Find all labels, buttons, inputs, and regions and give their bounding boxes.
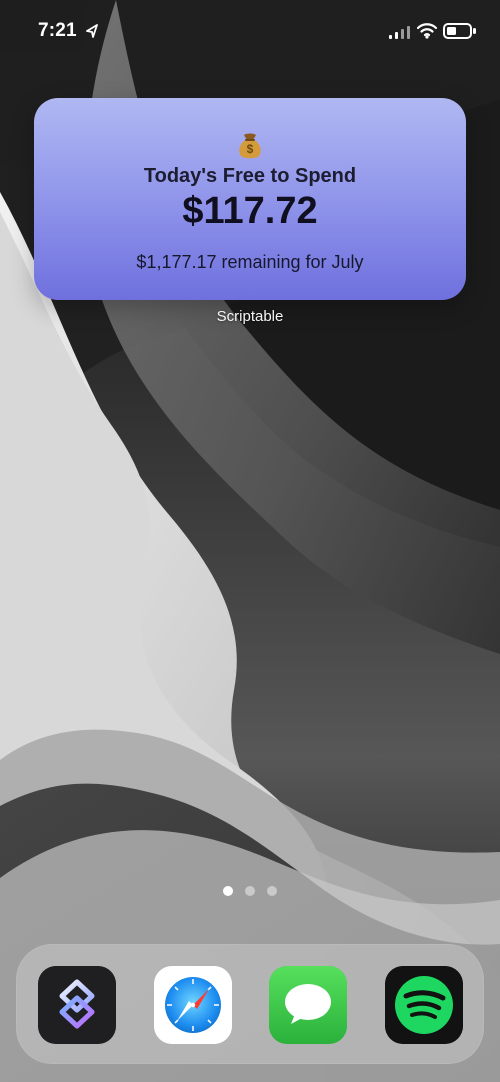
safari-app-icon[interactable] xyxy=(154,966,232,1044)
ios-home-screen: 7:21 $ Today's Free to Spend $117.72 $1,… xyxy=(0,0,500,1082)
status-time: 7:21 xyxy=(38,20,77,41)
widget-amount: $117.72 xyxy=(182,190,318,232)
money-bag-icon: $ xyxy=(239,133,261,159)
page-dot-active[interactable] xyxy=(223,886,233,896)
spotify-icon xyxy=(385,966,463,1044)
wifi-icon xyxy=(416,23,438,39)
page-indicator[interactable] xyxy=(0,886,500,898)
battery-icon xyxy=(443,23,476,39)
widget-app-label: Scriptable xyxy=(216,308,284,325)
page-dot[interactable] xyxy=(267,886,277,896)
messages-icon xyxy=(269,966,347,1044)
widget-title: Today's Free to Spend xyxy=(143,165,357,187)
svg-text:$: $ xyxy=(247,142,254,156)
safari-icon xyxy=(154,966,232,1044)
cellular-signal-icon xyxy=(389,26,410,39)
scriptable-widget[interactable]: $ Today's Free to Spend $117.72 $1,177.1… xyxy=(34,98,466,300)
messages-app-icon[interactable] xyxy=(269,966,347,1044)
shortcuts-app-icon[interactable] xyxy=(38,966,116,1044)
shortcuts-icon xyxy=(38,966,116,1044)
status-bar: 7:21 xyxy=(0,0,500,60)
page-dot[interactable] xyxy=(245,886,255,896)
spotify-app-icon[interactable] xyxy=(385,966,463,1044)
location-arrow-icon xyxy=(86,24,98,38)
widget-remaining: $1,177.17 remaining for July xyxy=(136,252,364,272)
